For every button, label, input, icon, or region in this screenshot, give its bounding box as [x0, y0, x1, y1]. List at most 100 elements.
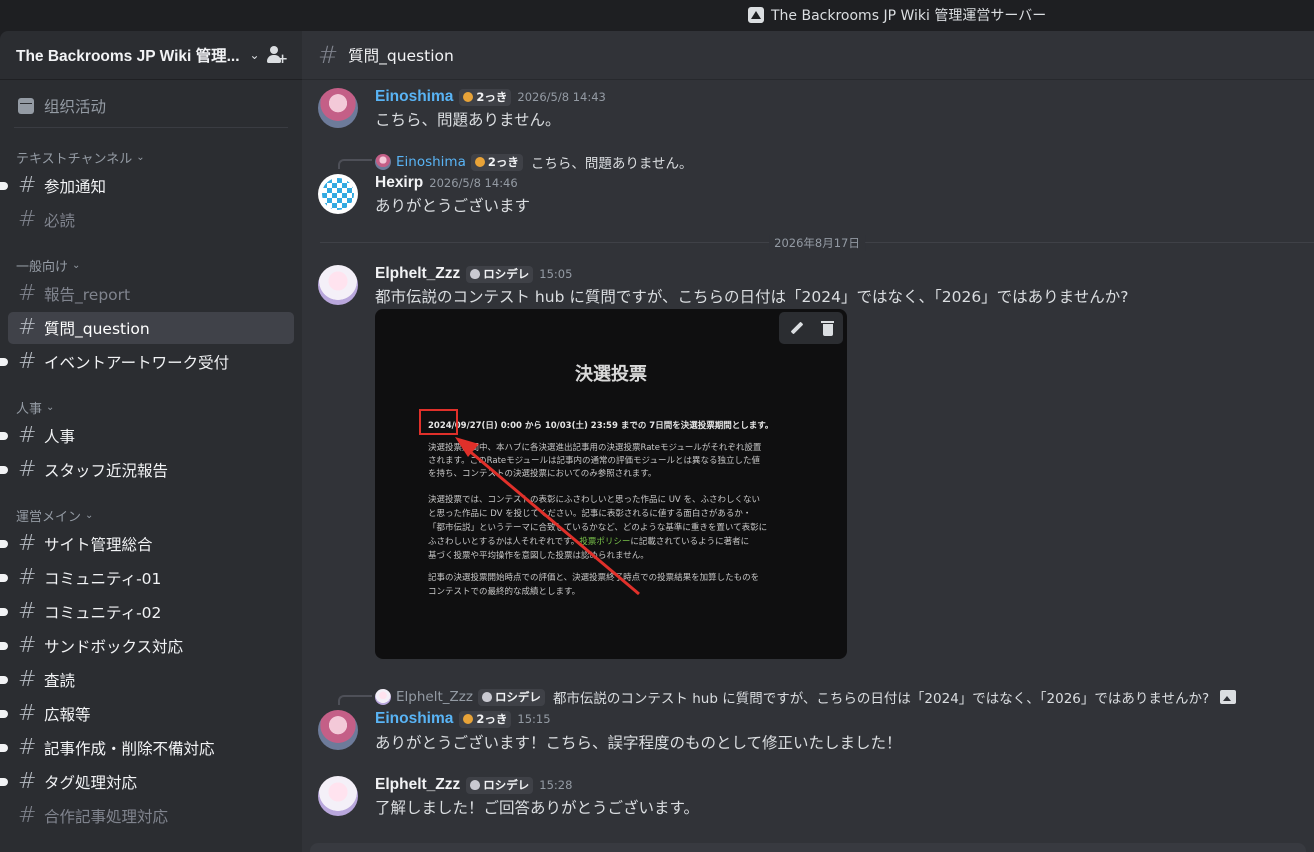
- hash-icon: #: [18, 701, 37, 726]
- unread-indicator: [0, 778, 8, 786]
- avatar[interactable]: [318, 88, 358, 128]
- arrow-annotation: [455, 437, 640, 596]
- unread-indicator: [0, 608, 8, 616]
- date-divider-label: 2026年8月17日: [769, 235, 865, 251]
- message-text: 了解しました！ご回答ありがとうございます。: [375, 799, 699, 817]
- avatar[interactable]: [318, 710, 358, 750]
- channel-label: イベントアートワーク受付: [44, 354, 230, 372]
- username[interactable]: Elphelt_Zzz: [375, 265, 460, 283]
- channel-label: スタッフ近況報告: [44, 462, 169, 480]
- reply-text: こちら、問題ありません。: [530, 156, 693, 172]
- avatar: [375, 689, 391, 705]
- avatar[interactable]: [318, 265, 358, 305]
- arrow-shaft: [466, 447, 640, 596]
- channel-item[interactable]: # 査読: [0, 664, 294, 696]
- hash-icon: #: [18, 315, 37, 340]
- username[interactable]: Einoshima: [375, 88, 453, 106]
- channel-sidebar: The Backrooms JP Wiki 管理... ⌄ + 组织活动 テキス…: [0, 31, 302, 852]
- category-general[interactable]: 一般向け ⌄: [0, 254, 302, 276]
- category-label: 人事: [16, 401, 43, 417]
- username[interactable]: Einoshima: [375, 710, 453, 728]
- channel-label: サンドボックス対応: [44, 638, 184, 656]
- category-hr[interactable]: 人事 ⌄: [0, 396, 302, 418]
- channel-header: # 質問_question: [302, 31, 1314, 80]
- channel-item[interactable]: # サイト管理総合: [0, 528, 294, 560]
- channel-item[interactable]: # 記事作成・削除不備対応: [0, 732, 294, 764]
- channel-label: サイト管理総合: [44, 536, 153, 554]
- hash-icon: #: [18, 735, 37, 760]
- hash-icon: #: [18, 769, 37, 794]
- avatar[interactable]: [318, 776, 358, 816]
- hash-icon: #: [18, 349, 37, 374]
- channel-item[interactable]: # 報告_report: [8, 278, 294, 310]
- channel-label: 広報等: [44, 706, 91, 724]
- server-header[interactable]: The Backrooms JP Wiki 管理... ⌄ +: [0, 31, 302, 80]
- unread-indicator: [0, 676, 8, 684]
- category-label: テキストチャンネル: [16, 151, 133, 167]
- channel-label: 必読: [44, 212, 76, 230]
- channel-item[interactable]: # 必読: [8, 204, 294, 236]
- category-label: 運営メイン: [16, 509, 82, 525]
- invite-people-icon[interactable]: +: [266, 44, 288, 66]
- category-label: 一般向け: [16, 259, 69, 275]
- chevron-down-icon: ⌄: [85, 509, 94, 521]
- unread-indicator: [0, 432, 8, 440]
- user-tag: ロシデレ: [477, 688, 545, 706]
- reply-connector: [338, 159, 372, 169]
- server-name: The Backrooms JP Wiki 管理...: [16, 48, 240, 65]
- channel-label: コミュニティ-02: [44, 604, 162, 622]
- events-link[interactable]: 组织活动: [14, 84, 288, 128]
- channel-item[interactable]: # コミュニティ-02: [0, 596, 294, 628]
- channel-item[interactable]: # コミュニティ-01: [0, 562, 294, 594]
- avatar: [375, 154, 391, 170]
- unread-indicator: [0, 574, 8, 582]
- chevron-down-icon: ⌄: [249, 48, 260, 62]
- category-ops-main[interactable]: 運営メイン ⌄: [0, 504, 302, 526]
- channel-item[interactable]: # イベントアートワーク受付: [0, 346, 294, 378]
- timestamp: 2026/5/8 14:46: [429, 176, 518, 190]
- date-divider: 2026年8月17日: [320, 235, 1314, 251]
- message-input-area[interactable]: [310, 843, 1306, 852]
- unread-indicator: [0, 358, 8, 366]
- timestamp: 15:05: [539, 267, 573, 281]
- window-title: The Backrooms JP Wiki 管理運営サーバー: [748, 6, 1046, 24]
- moon-icon: [463, 714, 474, 724]
- hash-icon: #: [18, 599, 37, 624]
- unread-indicator: [0, 182, 8, 190]
- category-text-channels[interactable]: テキストチャンネル ⌄: [0, 146, 302, 168]
- channel-label: 参加通知: [44, 178, 107, 196]
- message-text: こちら、問題ありません。: [375, 111, 561, 129]
- heart-icon: [470, 269, 481, 279]
- channel-label: 合作記事処理対応: [44, 808, 169, 826]
- user-tag: 2っき: [459, 88, 512, 106]
- reply-username: Elphelt_Zzz: [396, 689, 473, 705]
- unread-indicator: [0, 466, 8, 474]
- channel-label: 記事作成・削除不備対応: [44, 740, 215, 758]
- username[interactable]: Elphelt_Zzz: [375, 776, 460, 794]
- image-icon: [1220, 690, 1237, 704]
- reply-preview[interactable]: Elphelt_Zzz ロシデレ 都市伝説のコンテスト hub に質問ですが、こ…: [375, 687, 1237, 707]
- image-attachment[interactable]: 決選投票 2024/09/27(日) 0:00 から 10/03(土) 23:5…: [375, 309, 847, 659]
- unread-indicator: [0, 540, 8, 548]
- channel-item[interactable]: # 参加通知: [0, 170, 294, 202]
- channel-item-active[interactable]: # 質問_question: [8, 312, 294, 344]
- avatar[interactable]: [318, 174, 358, 214]
- timestamp: 2026/5/8 14:43: [517, 90, 606, 104]
- channel-item[interactable]: # サンドボックス対応: [0, 630, 294, 662]
- channel-label: 報告_report: [44, 286, 131, 304]
- user-tag: ロシデレ: [466, 265, 534, 283]
- channel-item[interactable]: # 人事: [0, 420, 294, 452]
- channel-item[interactable]: # 合作記事処理対応: [8, 800, 294, 832]
- window-titlebar: The Backrooms JP Wiki 管理運営サーバー: [0, 0, 1314, 31]
- channel-item[interactable]: # タグ処理対応: [0, 766, 294, 798]
- channel-label: タグ処理対応: [44, 774, 138, 792]
- hash-icon: #: [18, 531, 37, 556]
- username[interactable]: Hexirp: [375, 174, 423, 192]
- hash-icon: #: [18, 803, 37, 828]
- reply-text: 都市伝説のコンテスト hub に質問ですが、こちらの日付は「2024」ではなく、…: [552, 691, 1210, 707]
- reply-preview[interactable]: Einoshima 2っき こちら、問題ありません。: [375, 152, 693, 172]
- window-title-text: The Backrooms JP Wiki 管理運営サーバー: [771, 8, 1047, 24]
- channel-item[interactable]: # スタッフ近況報告: [0, 454, 294, 486]
- channel-item[interactable]: # 広報等: [0, 698, 294, 730]
- moon-icon: [474, 157, 485, 167]
